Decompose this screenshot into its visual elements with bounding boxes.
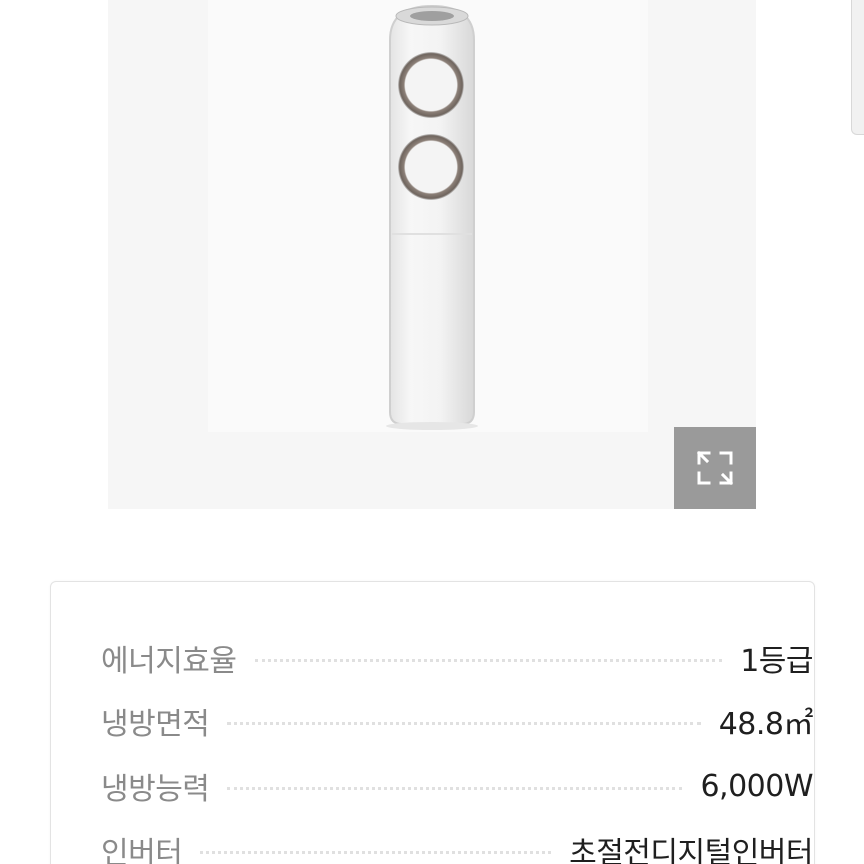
spec-row-cooling-capacity: 냉방능력 6,000W: [101, 761, 813, 811]
product-image: [386, 4, 478, 430]
product-image-panel[interactable]: [108, 0, 756, 509]
product-detail-page: 에너지효율 1등급 냉방면적 48.8㎡ 냉방능력 6,000W 인버터 초절전…: [0, 0, 864, 864]
dotted-leader: [227, 786, 683, 790]
spec-label: 에너지효율: [101, 644, 237, 679]
spec-card: 에너지효율 1등급 냉방면적 48.8㎡ 냉방능력 6,000W 인버터 초절전…: [50, 581, 815, 864]
spec-value: 1등급: [740, 644, 813, 679]
dotted-leader: [227, 721, 701, 725]
dotted-leader: [200, 850, 552, 854]
spec-row-cooling-area: 냉방면적 48.8㎡: [101, 696, 814, 746]
spec-row-energy-efficiency: 에너지효율 1등급: [101, 633, 813, 683]
spec-value: 48.8㎡: [718, 707, 814, 742]
spec-label: 인버터: [101, 836, 183, 864]
expand-icon: [696, 450, 734, 486]
spec-label: 냉방면적: [101, 707, 210, 742]
scrollbar[interactable]: [851, 0, 864, 135]
dotted-leader: [254, 658, 723, 662]
spec-row-inverter: 인버터 초절전디지털인버터: [101, 825, 813, 864]
spec-label: 냉방능력: [101, 772, 210, 807]
spec-value: 초절전디지털인버터: [569, 836, 813, 864]
expand-image-button[interactable]: [674, 427, 756, 509]
spec-value: 6,000W: [700, 768, 813, 804]
